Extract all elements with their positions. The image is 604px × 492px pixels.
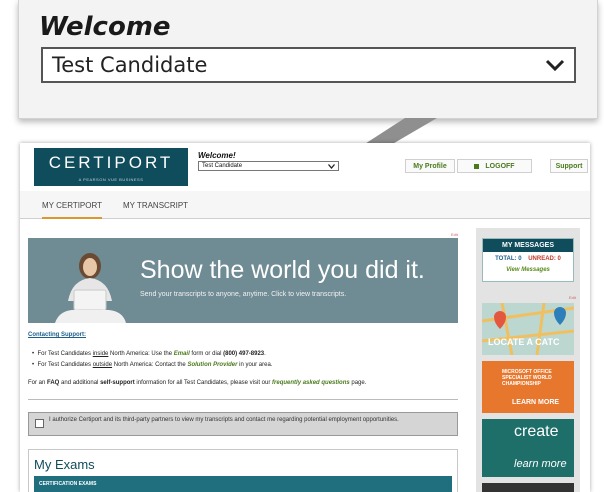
authorization-text: I authorize Certiport and its third-part…: [49, 417, 399, 423]
message-counts: TOTAL: 0 UNREAD: 0: [483, 256, 573, 262]
chevron-down-icon: [545, 59, 565, 72]
authorization-checkbox[interactable]: [35, 419, 44, 428]
my-profile-button[interactable]: My Profile: [405, 159, 455, 173]
text: For Test Candidates: [37, 362, 93, 368]
zoom-callout: Welcome Test Candidate: [18, 0, 598, 119]
my-exams-panel: My Exams CERTIFICATION EXAMS: [28, 449, 458, 492]
faq-text: FAQ: [47, 380, 60, 386]
logo-subtext: A PEARSON VUE BUSINESS: [78, 177, 144, 182]
inside-text: inside: [92, 351, 109, 357]
email-link[interactable]: Email: [174, 351, 190, 357]
my-messages-title: MY MESSAGES: [483, 239, 573, 252]
candidate-select-value: Test Candidate: [202, 163, 243, 169]
text: For Test Candidates: [37, 351, 93, 357]
create-learn-more: learn more: [514, 458, 567, 470]
support-bullet-outside: • For Test Candidates outside North Amer…: [32, 362, 273, 368]
zoom-welcome-label: Welcome: [39, 12, 171, 42]
candidate-select[interactable]: Test Candidate: [198, 161, 339, 171]
text: in your area.: [237, 362, 273, 368]
phone-number: (800) 497-8923: [223, 351, 265, 357]
support-button[interactable]: Support: [550, 159, 588, 173]
text: North America: Contact the: [112, 362, 188, 368]
zoom-select-value: Test Candidate: [52, 53, 208, 77]
divider: [28, 399, 458, 400]
zoom-name-select[interactable]: Test Candidate: [41, 47, 576, 83]
faq-paragraph: For an FAQ and additional self-support i…: [28, 380, 366, 386]
solution-provider-link[interactable]: Solution Provider: [187, 362, 237, 368]
text: North America: Use the: [108, 351, 174, 357]
sidebar-edit-link[interactable]: Edit: [569, 295, 576, 300]
my-messages-widget: MY MESSAGES TOTAL: 0 UNREAD: 0 View Mess…: [482, 238, 574, 282]
self-support-text: self-support: [100, 380, 135, 386]
certification-exams-header[interactable]: CERTIFICATION EXAMS: [34, 476, 452, 492]
text: form or dial: [189, 351, 224, 357]
locate-catc-ad[interactable]: LOCATE A CATC: [482, 303, 574, 355]
chevron-down-icon: [328, 164, 335, 169]
faq-link[interactable]: frequently asked questions: [272, 380, 350, 386]
logo-text: CERTIPORT: [48, 153, 174, 172]
lock-icon: [474, 163, 480, 169]
welcome-label: Welcome!: [198, 151, 236, 160]
mos-championship-text: MICROSOFT OFFICE SPECIALIST WORLD CHAMPI…: [502, 369, 552, 387]
certiport-logo[interactable]: CERTIPORT A PEARSON VUE BUSINESS: [34, 148, 188, 186]
support-bullet-inside: • For Test Candidates inside North Ameri…: [32, 351, 266, 357]
right-sidebar: MY MESSAGES TOTAL: 0 UNREAD: 0 View Mess…: [476, 228, 580, 492]
tab-my-transcript[interactable]: MY TRANSCRIPT: [123, 201, 188, 210]
authorization-box: I authorize Certiport and its third-part…: [28, 412, 458, 436]
unread-count: UNREAD: 0: [528, 256, 561, 262]
map-pin-icon: [482, 303, 574, 355]
text: For an: [28, 380, 48, 386]
logoff-label: LOGOFF: [485, 163, 515, 170]
logoff-button[interactable]: LOGOFF: [457, 159, 532, 173]
text: page.: [349, 380, 367, 386]
text: .: [264, 351, 266, 357]
text: information for all Test Candidates, ple…: [134, 380, 273, 386]
banner-title: Show the world you did it.: [140, 256, 425, 284]
edit-link[interactable]: Edit: [451, 232, 458, 237]
locate-catc-text: LOCATE A CATC: [488, 337, 560, 347]
create-ad[interactable]: create learn more: [482, 419, 574, 477]
view-messages-link[interactable]: View Messages: [483, 267, 573, 273]
outside-text: outside: [92, 362, 113, 368]
certiport-page: CERTIPORT A PEARSON VUE BUSINESS Welcome…: [20, 143, 590, 492]
contacting-support-heading[interactable]: Contacting Support:: [28, 332, 86, 338]
tab-bar: MY CERTIPORT MY TRANSCRIPT: [20, 191, 590, 219]
sidebar-ad-partial[interactable]: [482, 483, 574, 492]
tab-my-certiport[interactable]: MY CERTIPORT: [42, 201, 103, 219]
my-exams-title: My Exams: [34, 457, 95, 472]
banner-subtitle: Send your transcripts to anyone, anytime…: [140, 291, 347, 298]
create-text: create: [514, 423, 559, 440]
person-with-laptop-image: [55, 253, 126, 323]
total-count: TOTAL: 0: [495, 256, 522, 262]
mos-championship-ad[interactable]: MICROSOFT OFFICE SPECIALIST WORLD CHAMPI…: [482, 361, 574, 413]
mos-learn-more: LEARN MORE: [512, 399, 560, 406]
transcript-banner[interactable]: Show the world you did it. Send your tra…: [28, 238, 458, 323]
text: and additional: [59, 380, 101, 386]
